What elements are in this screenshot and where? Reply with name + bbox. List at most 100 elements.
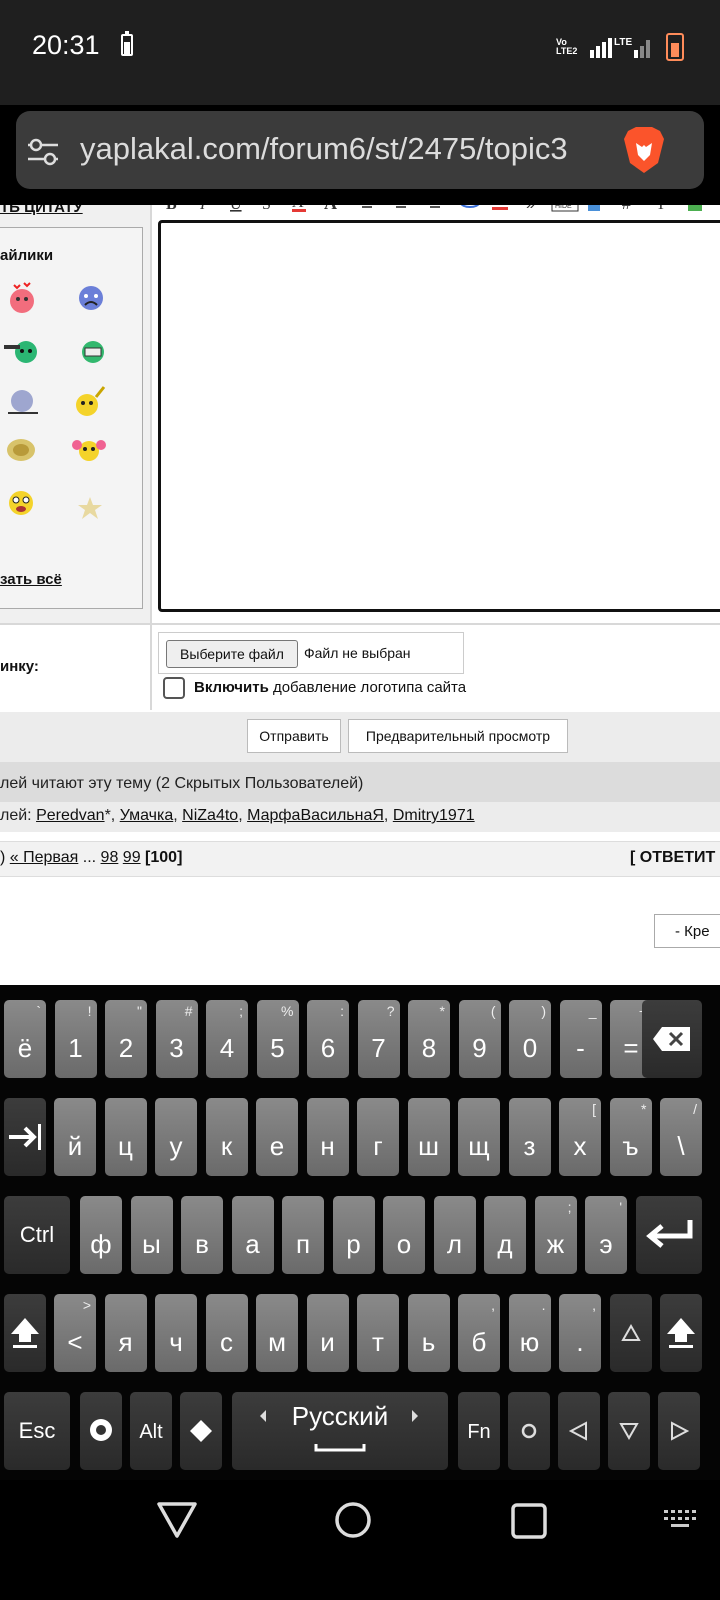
key[interactable]: я (104, 1294, 147, 1372)
editor-toolbar[interactable]: B I U S A A » HIDE # T (160, 205, 720, 219)
smile-cheerleader-icon[interactable] (72, 433, 106, 467)
pager-first-link[interactable]: « Первая (10, 849, 79, 866)
key[interactable]: д (484, 1196, 526, 1274)
key[interactable]: с (205, 1294, 248, 1372)
left-arrow-key[interactable] (558, 1392, 600, 1470)
down-arrow-key[interactable] (608, 1392, 650, 1470)
choose-file-button[interactable]: Выберите файл (166, 640, 298, 668)
key[interactable]: 0) (509, 1000, 551, 1078)
home-icon[interactable] (333, 1500, 373, 1540)
key[interactable]: 9( (458, 1000, 501, 1078)
message-textarea[interactable] (158, 220, 720, 612)
shift-right-key[interactable] (660, 1294, 702, 1372)
reply-link[interactable]: [ ОТВЕТИТ (630, 849, 715, 867)
key[interactable]: ж; (534, 1196, 577, 1274)
key[interactable]: 4; (206, 1000, 248, 1078)
tab-key[interactable] (4, 1098, 46, 1176)
alt-key[interactable]: Alt (130, 1392, 172, 1470)
key[interactable]: г (357, 1098, 399, 1176)
key[interactable]: 5% (256, 1000, 299, 1078)
user-link[interactable]: Умачка (120, 807, 174, 824)
space-key[interactable]: Русский (232, 1392, 448, 1470)
right-arrow-key[interactable] (658, 1392, 700, 1470)
preview-button[interactable]: Предварительный просмотр (348, 719, 568, 753)
smile-gun-icon[interactable] (4, 333, 38, 367)
key[interactable]: й (54, 1098, 96, 1176)
key[interactable]: о (383, 1196, 425, 1274)
key[interactable]: 3 # (155, 1000, 198, 1078)
key[interactable]: ч (155, 1294, 197, 1372)
smile-mask-icon[interactable] (76, 335, 110, 369)
key[interactable]: щ (458, 1098, 500, 1176)
settings-key[interactable] (80, 1392, 122, 1470)
smile-cymbals-icon[interactable] (4, 433, 38, 467)
key[interactable]: 2 " (105, 1000, 147, 1078)
enter-key[interactable] (636, 1196, 702, 1274)
key[interactable]: 7? (357, 1000, 400, 1078)
key[interactable]: и (306, 1294, 349, 1372)
key[interactable]: м (256, 1294, 298, 1372)
key[interactable]: 6: (307, 1000, 349, 1078)
keyboard-switch-icon[interactable] (664, 1508, 696, 1530)
key[interactable]: - _ (559, 1000, 602, 1078)
key[interactable]: е (256, 1098, 298, 1176)
key[interactable]: ., (559, 1294, 601, 1372)
site-settings-icon[interactable] (28, 138, 58, 166)
key[interactable]: х[ (559, 1098, 601, 1176)
smile-rock-icon[interactable] (72, 385, 106, 419)
key[interactable]: в (181, 1196, 223, 1274)
key[interactable]: з (508, 1098, 551, 1176)
user-link[interactable]: Dmitry1971 (393, 807, 475, 824)
key[interactable]: р (332, 1196, 375, 1274)
url-text[interactable]: yaplakal.com/forum6/st/2475/topic3 (80, 131, 610, 167)
emoji-key[interactable] (180, 1392, 222, 1470)
recents-icon[interactable] (510, 1502, 548, 1540)
logo-checkbox-label[interactable]: Включить добавление логотипа сайта (194, 679, 466, 696)
key[interactable]: л (433, 1196, 476, 1274)
user-link[interactable]: МарфаВасильнаЯ (247, 807, 384, 824)
pager-page-link[interactable]: 99 (123, 849, 141, 866)
key[interactable]: н (306, 1098, 349, 1176)
key[interactable]: б, (458, 1294, 500, 1372)
key[interactable]: ь (407, 1294, 450, 1372)
fn-key[interactable]: Fn (458, 1392, 500, 1470)
key[interactable]: \ / (660, 1098, 702, 1176)
logo-checkbox[interactable] (163, 677, 185, 699)
user-link[interactable]: Peredvan (36, 807, 105, 824)
back-icon[interactable] (156, 1500, 198, 1540)
backspace-key[interactable] (642, 1000, 702, 1078)
key[interactable]: ъ * (609, 1098, 652, 1176)
smile-crying-icon[interactable] (74, 281, 108, 315)
key[interactable]: ю. (508, 1294, 551, 1372)
pager-page-link[interactable]: 98 (101, 849, 119, 866)
key[interactable]: ё ` (4, 1000, 46, 1078)
jump-select[interactable]: - Кре (654, 914, 720, 948)
up-arrow-key[interactable] (610, 1294, 652, 1372)
key[interactable]: к (205, 1098, 248, 1176)
key[interactable]: ш (407, 1098, 450, 1176)
show-all-smiles-link[interactable]: зать всё (0, 571, 62, 588)
key[interactable]: у (155, 1098, 197, 1176)
smile-sitting-icon[interactable] (4, 385, 38, 419)
key[interactable]: < > (54, 1294, 96, 1372)
smile-in-love-icon[interactable] (4, 281, 38, 315)
key[interactable]: т (357, 1294, 399, 1372)
shift-left-key[interactable] (4, 1294, 46, 1372)
key[interactable]: ы (130, 1196, 173, 1274)
circle-key[interactable] (508, 1392, 550, 1470)
brave-lion-icon[interactable] (622, 125, 666, 175)
quote-link[interactable]: ТЬ ЦИТАТУ (0, 205, 83, 216)
key[interactable]: 1! (54, 1000, 97, 1078)
key[interactable]: ц (104, 1098, 147, 1176)
smile-shocked-icon[interactable] (4, 487, 38, 521)
send-button[interactable]: Отправить (247, 719, 341, 753)
ctrl-key[interactable]: Ctrl (4, 1196, 70, 1274)
key[interactable]: п (282, 1196, 324, 1274)
key[interactable]: а (231, 1196, 274, 1274)
key[interactable]: ф (80, 1196, 122, 1274)
user-link[interactable]: NiZa4to (182, 807, 238, 824)
key[interactable]: 8 * (408, 1000, 450, 1078)
esc-key[interactable]: Esc (4, 1392, 70, 1470)
smile-star-icon[interactable] (78, 495, 112, 529)
key[interactable]: э ' (585, 1196, 627, 1274)
